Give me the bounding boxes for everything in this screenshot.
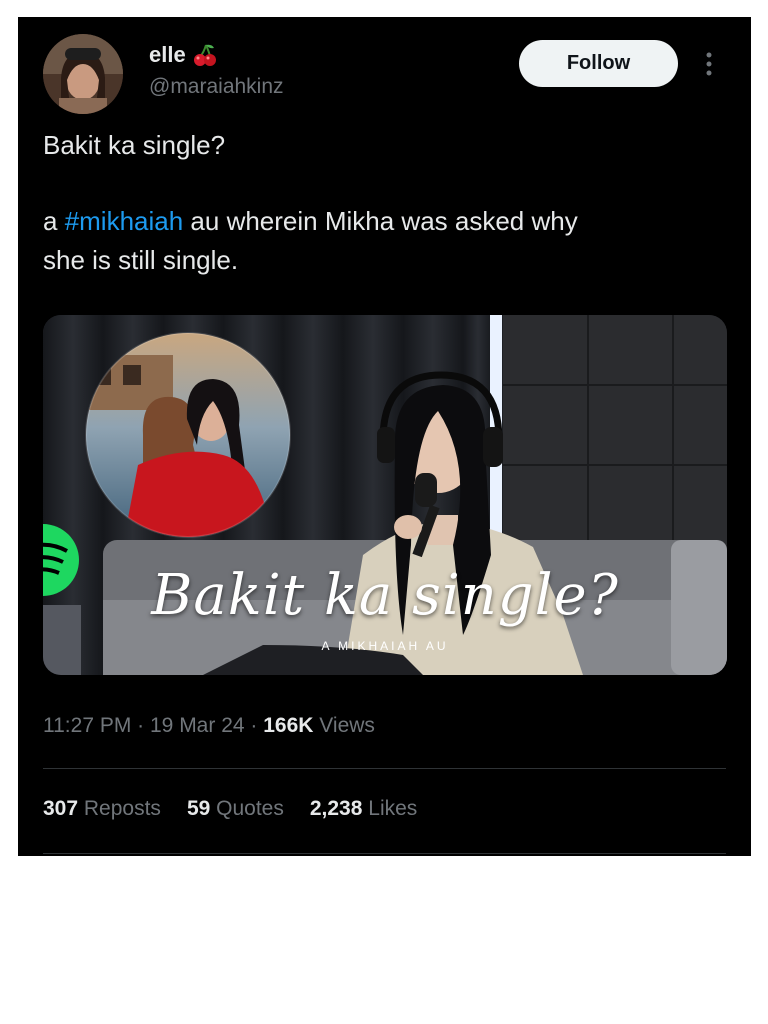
quotes-label: Quotes — [216, 797, 284, 820]
likes-label: Likes — [368, 797, 418, 820]
tweet-text-prefix: a — [43, 206, 65, 236]
author-handle[interactable]: @maraiahkinz — [149, 75, 284, 99]
quotes-count: 59 — [186, 797, 211, 820]
tweet-text-line-1: Bakit ka single? — [43, 130, 226, 160]
likes-count: 2,238 — [309, 797, 363, 820]
cherries-icon — [193, 44, 216, 66]
tweet-text-line-2: a #mikhaiah au wherein Mikha was asked w… — [43, 206, 578, 237]
tweet-text-line-3: she is still single. — [43, 245, 239, 275]
media-overlay-subtitle: A MIKHAIAH AU — [321, 639, 449, 653]
reposts-count: 307 — [43, 797, 79, 820]
meta-separator: · — [244, 714, 264, 737]
tweet-text-suffix: au wherein Mikha was asked why — [183, 206, 578, 236]
reposts-label: Reposts — [83, 797, 161, 820]
tweet-card: elle @maraiahkinz Follow Bakit ka single… — [18, 17, 751, 856]
divider — [43, 768, 726, 769]
tweet-meta: 11:27 PM · 19 Mar 24 · 166K Views — [43, 714, 375, 738]
views-label: Views — [313, 714, 375, 737]
tweet-media-image[interactable]: Bakit ka single? A MIKHAIAH AU — [43, 315, 727, 675]
quotes-stat[interactable]: 59 Quotes — [187, 797, 284, 821]
author-name-row: elle — [149, 42, 218, 68]
tweet-time[interactable]: 11:27 PM — [43, 714, 131, 737]
meta-separator: · — [131, 714, 150, 737]
divider — [43, 853, 726, 854]
reposts-stat[interactable]: 307 Reposts — [43, 797, 161, 821]
engagement-stats: 307 Reposts 59 Quotes 2,238 Likes — [43, 797, 417, 821]
display-name[interactable]: elle — [149, 42, 186, 68]
views-count: 166K — [263, 714, 314, 737]
tweet-date[interactable]: 19 Mar 24 — [150, 714, 245, 737]
likes-stat[interactable]: 2,238 Likes — [310, 797, 417, 821]
follow-button[interactable]: Follow — [519, 40, 678, 87]
hashtag-link[interactable]: #mikhaiah — [65, 206, 184, 236]
avatar[interactable] — [43, 34, 123, 114]
media-overlay-title: Bakit ka single? — [151, 563, 619, 628]
more-options-icon[interactable] — [700, 49, 718, 79]
